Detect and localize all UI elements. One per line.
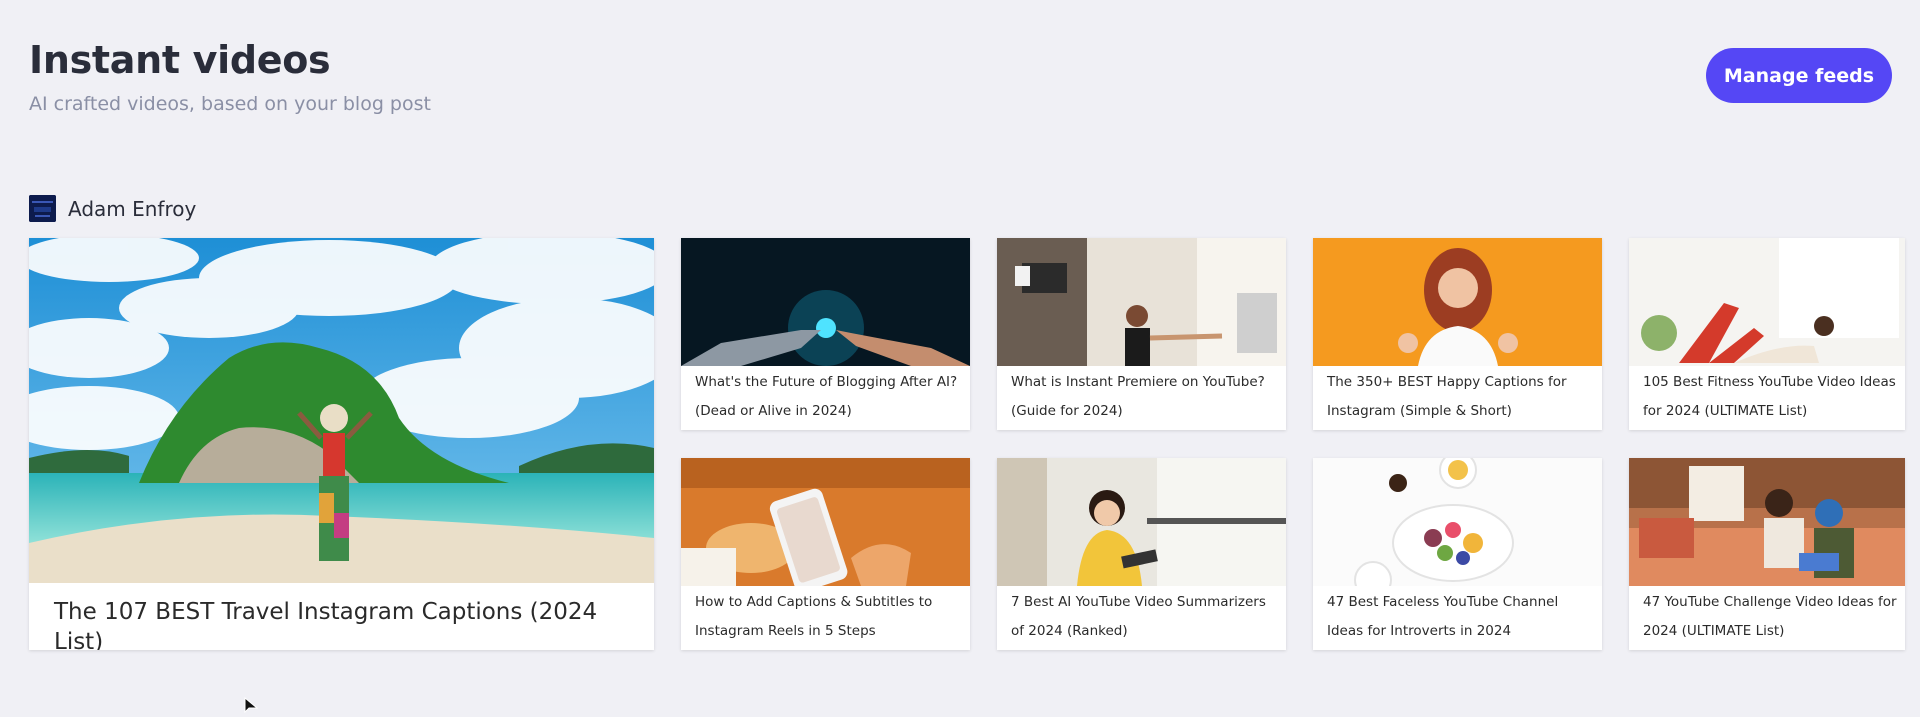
- video-title: What's the Future of Blogging After AI? …: [695, 374, 958, 419]
- excited-woman-orange-background-image: [1313, 238, 1602, 366]
- video-card[interactable]: The 350+ BEST Happy Captions for Instagr…: [1313, 238, 1602, 430]
- video-title: How to Add Captions & Subtitles to Insta…: [695, 594, 933, 639]
- video-card[interactable]: How to Add Captions & Subtitles to Insta…: [681, 458, 970, 650]
- video-title: 47 YouTube Challenge Video Ideas for 202…: [1643, 594, 1897, 639]
- robot-hand-touching-human-hand-image: [681, 238, 970, 366]
- feed-header: Adam Enfroy: [29, 194, 196, 223]
- page-subtitle: AI crafted videos, based on your blog po…: [29, 93, 431, 115]
- site-logo-icon: [29, 195, 56, 222]
- video-title: The 350+ BEST Happy Captions for Instagr…: [1327, 374, 1567, 419]
- video-title: What is Instant Premiere on YouTube? (Gu…: [1011, 374, 1265, 419]
- video-card[interactable]: 47 YouTube Challenge Video Ideas for 202…: [1629, 458, 1905, 650]
- featured-video-title: The 107 BEST Travel Instagram Captions (…: [54, 599, 598, 650]
- woman-using-tablet-image: [997, 458, 1286, 586]
- feed-name: Adam Enfroy: [68, 196, 197, 221]
- friends-laughing-couch-image: [1629, 458, 1905, 586]
- creator-filming-camera-image: [997, 238, 1286, 366]
- phone-on-orange-desk-image: [681, 458, 970, 586]
- featured-video-card[interactable]: The 107 BEST Travel Instagram Captions (…: [29, 238, 654, 650]
- video-title: 47 Best Faceless YouTube Channel Ideas f…: [1327, 594, 1559, 639]
- video-card[interactable]: What is Instant Premiere on YouTube? (Gu…: [997, 238, 1286, 430]
- video-card[interactable]: 7 Best AI YouTube Video Summarizers of 2…: [997, 458, 1286, 650]
- woman-doing-crunches-image: [1629, 238, 1905, 366]
- video-card[interactable]: What's the Future of Blogging After AI? …: [681, 238, 970, 430]
- food-plates-top-view-image: [1313, 458, 1602, 586]
- video-title: 105 Best Fitness YouTube Video Ideas for…: [1643, 374, 1896, 419]
- mouse-cursor-icon: [244, 696, 259, 717]
- travel-beach-island-image: [29, 238, 654, 583]
- video-title: 7 Best AI YouTube Video Summarizers of 2…: [1011, 594, 1266, 639]
- video-card[interactable]: 105 Best Fitness YouTube Video Ideas for…: [1629, 238, 1905, 430]
- manage-feeds-button[interactable]: Manage feeds: [1706, 48, 1892, 103]
- page-title: Instant videos: [29, 38, 331, 82]
- video-card[interactable]: 47 Best Faceless YouTube Channel Ideas f…: [1313, 458, 1602, 650]
